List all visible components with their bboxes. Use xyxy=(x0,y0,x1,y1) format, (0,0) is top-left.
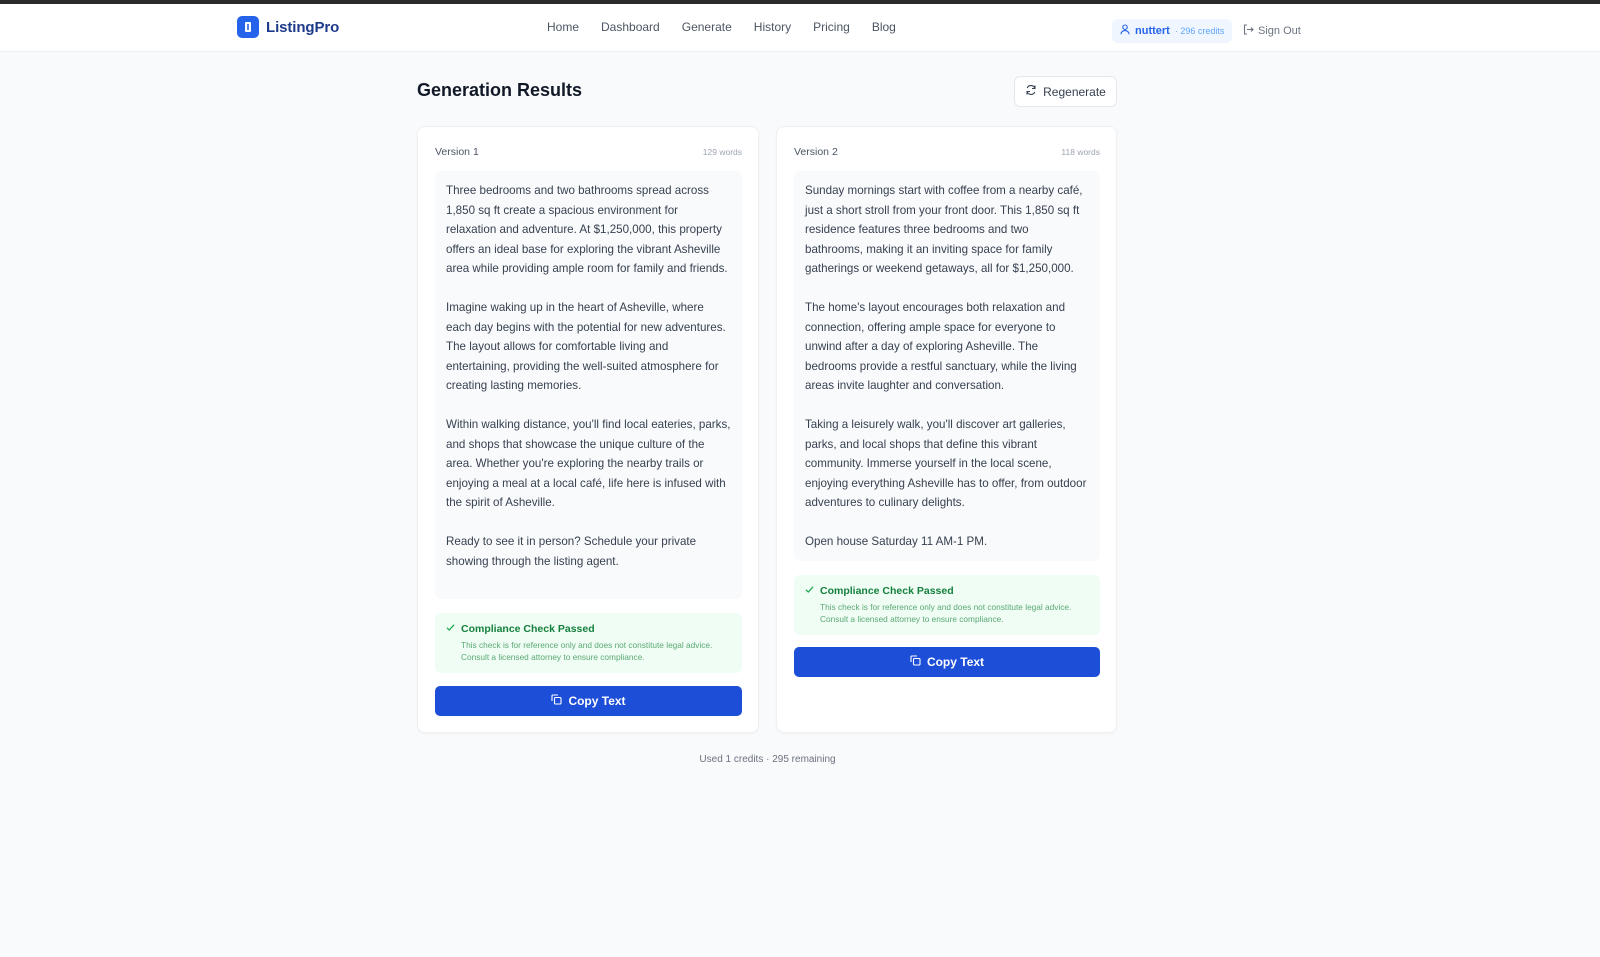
check-icon xyxy=(805,585,814,597)
paragraph: Within walking distance, you'll find loc… xyxy=(446,418,731,509)
version-card-1: Version 1 129 words Three bedrooms and t… xyxy=(417,126,759,733)
page-title: Generation Results xyxy=(417,80,583,100)
copy-text-button[interactable]: Copy Text xyxy=(794,647,1100,677)
word-count: 129 words xyxy=(702,147,742,157)
nav-history[interactable]: History xyxy=(754,20,791,34)
paragraph: Imagine waking up in the heart of Ashevi… xyxy=(446,301,726,392)
user-icon xyxy=(1120,22,1130,40)
credits-usage-note: Used 1 credits · 295 remaining xyxy=(699,754,836,765)
building-icon xyxy=(237,16,259,38)
copy-icon xyxy=(910,655,921,669)
refresh-icon xyxy=(1025,84,1037,99)
main-nav: Home Dashboard Generate History Pricing … xyxy=(547,20,896,34)
sign-out-label: Sign Out xyxy=(1258,25,1301,37)
version-label: Version 2 xyxy=(794,146,838,158)
version-label: Version 1 xyxy=(435,146,479,158)
navbar: ListingPro Home Dashboard Generate Histo… xyxy=(0,4,1600,52)
copy-icon xyxy=(551,694,562,708)
compliance-disclaimer: This check is for reference only and doe… xyxy=(820,602,1072,624)
credits-count: · 296 credits xyxy=(1174,26,1225,36)
word-count: 118 words xyxy=(1061,147,1100,157)
paragraph: Three bedrooms and two bathrooms spread … xyxy=(446,184,728,275)
username: nuttert xyxy=(1135,25,1170,37)
paragraph: Taking a leisurely walk, you'll discover… xyxy=(805,418,1087,509)
generated-text: Sunday mornings start with coffee from a… xyxy=(794,171,1100,561)
paragraph: Sunday mornings start with coffee from a… xyxy=(805,184,1083,275)
check-icon xyxy=(446,623,455,635)
user-badge[interactable]: nuttert · 296 credits xyxy=(1112,19,1233,43)
copy-text-button[interactable]: Copy Text xyxy=(435,686,742,716)
logout-icon xyxy=(1243,24,1254,38)
paragraph: Open house Saturday 11 AM-1 PM. xyxy=(805,535,988,548)
version-card-2: Version 2 118 words Sunday mornings star… xyxy=(776,126,1117,733)
paragraph: Ready to see it in person? Schedule your… xyxy=(446,535,697,568)
sign-out-button[interactable]: Sign Out xyxy=(1243,24,1301,38)
regenerate-button[interactable]: Regenerate xyxy=(1014,76,1117,107)
nav-dashboard[interactable]: Dashboard xyxy=(601,20,660,34)
compliance-title: Compliance Check Passed xyxy=(461,623,595,635)
compliance-notice: Compliance Check Passed This check is fo… xyxy=(435,613,742,673)
nav-generate[interactable]: Generate xyxy=(682,20,732,34)
compliance-notice: Compliance Check Passed This check is fo… xyxy=(794,575,1100,635)
regenerate-label: Regenerate xyxy=(1043,84,1106,99)
compliance-title: Compliance Check Passed xyxy=(820,585,954,597)
nav-pricing[interactable]: Pricing xyxy=(813,20,850,34)
compliance-disclaimer: This check is for reference only and doe… xyxy=(461,640,713,662)
nav-blog[interactable]: Blog xyxy=(872,20,896,34)
generated-text: Three bedrooms and two bathrooms spread … xyxy=(435,171,742,599)
paragraph: The home's layout encourages both relaxa… xyxy=(805,301,1077,392)
copy-label: Copy Text xyxy=(568,694,626,708)
copy-label: Copy Text xyxy=(926,655,985,669)
brand-name: ListingPro xyxy=(266,18,340,36)
nav-home[interactable]: Home xyxy=(547,20,579,34)
brand-logo[interactable]: ListingPro xyxy=(237,16,339,38)
